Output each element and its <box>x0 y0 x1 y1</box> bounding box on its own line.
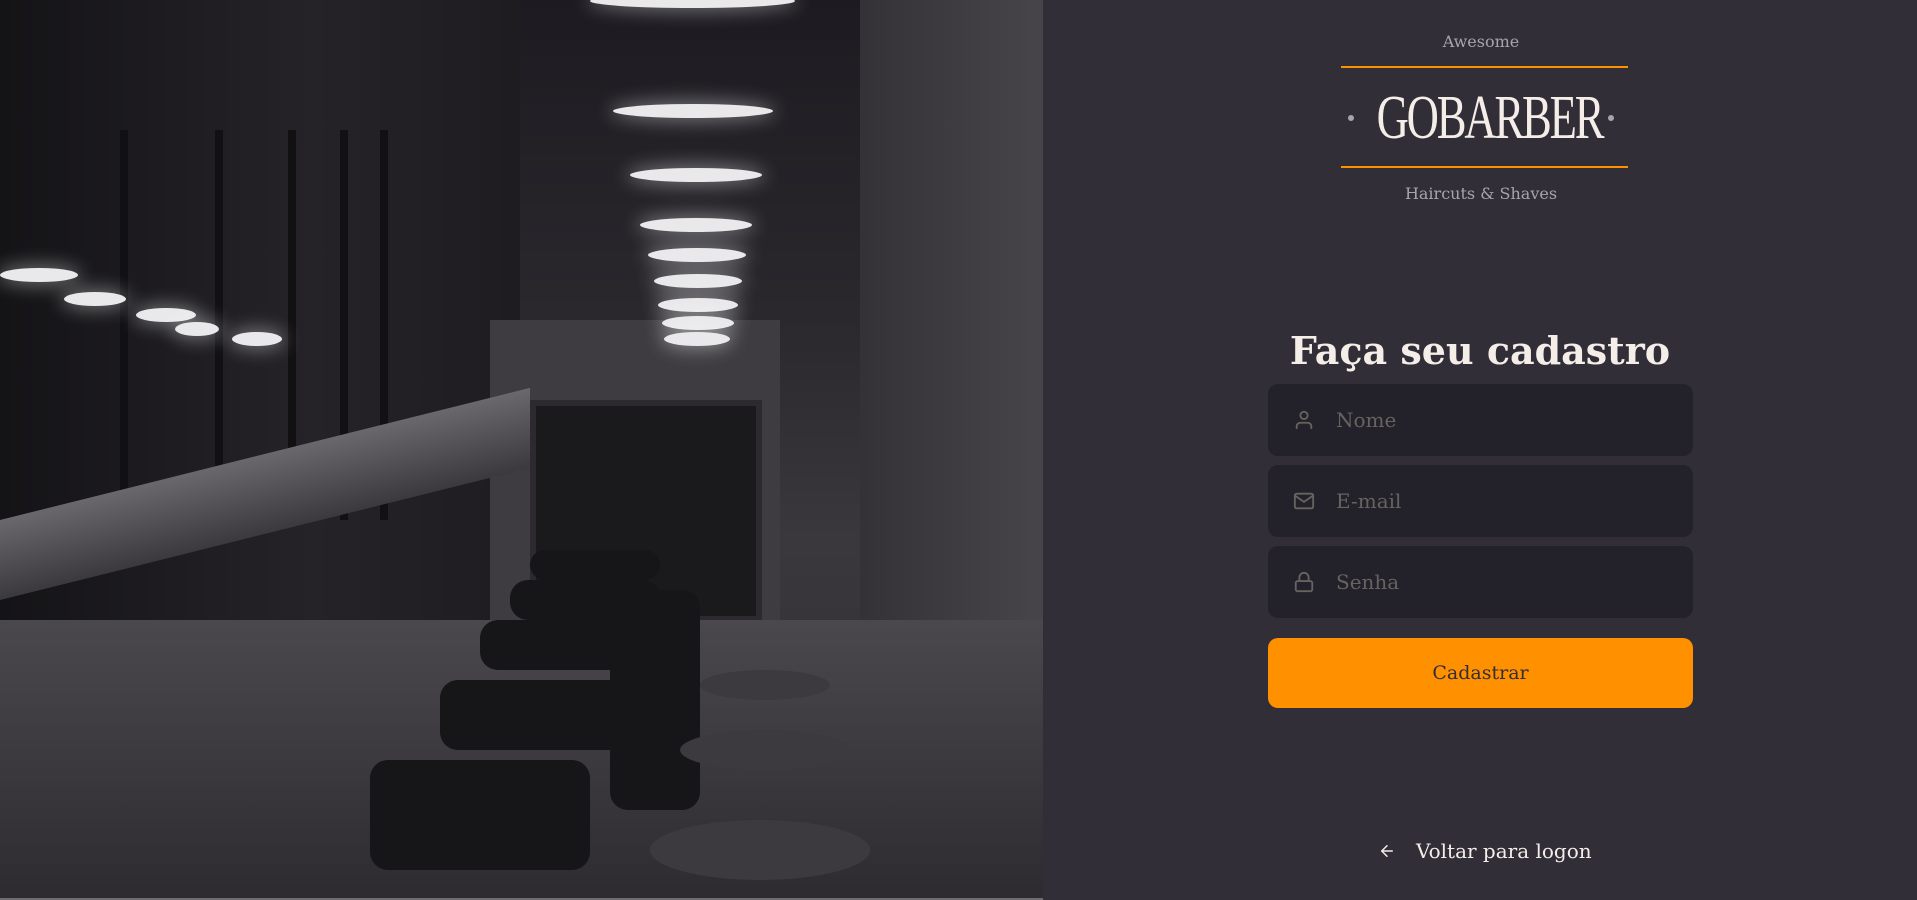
logo-tagline-bottom: Haircuts & Shaves <box>1404 184 1558 203</box>
logo-rule-bottom <box>1341 166 1628 168</box>
photo-lamp <box>630 168 762 182</box>
photo-lamp <box>136 308 196 322</box>
name-field[interactable] <box>1268 383 1693 457</box>
photo-mirror-post <box>120 130 128 520</box>
photo-chair <box>370 760 590 870</box>
back-link-label: Voltar para logon <box>1416 839 1592 863</box>
mail-icon <box>1292 489 1316 513</box>
photo-chair <box>530 550 660 580</box>
user-icon <box>1292 408 1316 432</box>
photo-lamp <box>64 292 126 306</box>
signup-button[interactable]: Cadastrar <box>1268 638 1693 708</box>
page-title: Faça seu cadastro <box>1289 328 1671 374</box>
photo-chair-base <box>680 730 850 770</box>
photo-lamp <box>662 316 734 330</box>
logo-tagline-top: Awesome <box>1442 32 1520 51</box>
logo-dot-right <box>1608 115 1614 121</box>
arrow-left-icon <box>1378 841 1398 861</box>
photo-lamp <box>232 332 282 346</box>
photo-lamp <box>664 332 730 346</box>
photo-lamp <box>613 104 773 118</box>
photo-chair-base <box>700 670 830 700</box>
gobarber-logo: Awesome GOBARBER Haircuts & Shaves <box>1336 28 1628 208</box>
logo-dot-left <box>1348 115 1354 121</box>
back-to-logon-link[interactable]: Voltar para logon <box>1378 838 1592 864</box>
photo-lamp <box>654 274 742 288</box>
photo-lamp <box>590 0 795 8</box>
photo-chair <box>510 580 660 620</box>
password-field[interactable] <box>1268 545 1693 619</box>
logo-brand-text: GOBARBER <box>1376 84 1605 152</box>
password-input[interactable] <box>1334 545 1693 619</box>
photo-chair-base <box>650 820 870 880</box>
email-field[interactable] <box>1268 464 1693 538</box>
photo-lamp <box>175 322 219 336</box>
barbershop-background-image <box>0 0 1043 900</box>
logo-rule-top <box>1341 66 1628 68</box>
lock-icon <box>1292 570 1316 594</box>
photo-chair <box>480 620 650 670</box>
name-input[interactable] <box>1334 383 1693 457</box>
photo-lamp <box>648 248 746 262</box>
photo-lamp <box>658 298 738 312</box>
signup-panel: Awesome GOBARBER Haircuts & Shaves Faça … <box>1043 0 1917 900</box>
email-input[interactable] <box>1334 464 1693 538</box>
photo-lamp <box>0 268 78 282</box>
photo-lamp <box>640 218 752 232</box>
photo-chair <box>440 680 630 750</box>
